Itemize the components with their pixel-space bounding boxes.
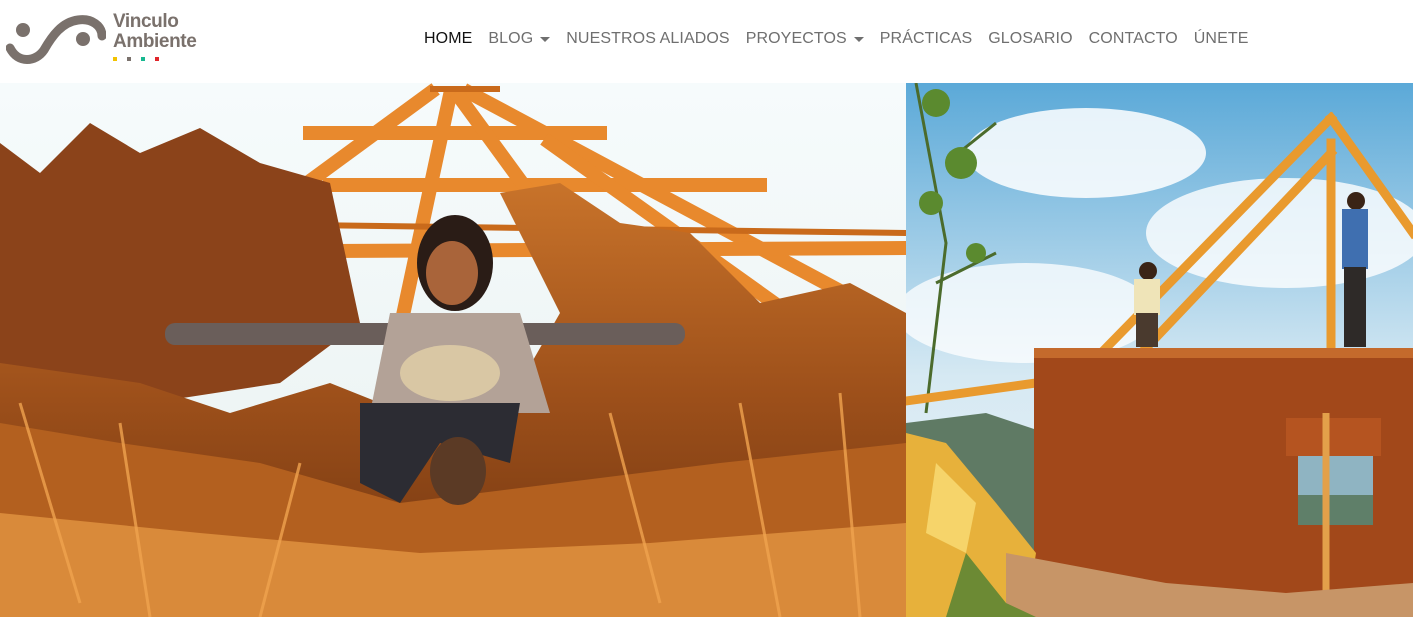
nav-item-practicas[interactable]: PRÁCTICAS	[872, 30, 980, 48]
brand-dot-green	[141, 57, 145, 61]
vinculo-logo-icon	[6, 15, 106, 64]
nav-item-glosario[interactable]: GLOSARIO	[980, 30, 1080, 48]
nav-item-label: CONTACTO	[1088, 30, 1178, 47]
nav-item-label: NUESTROS ALIADOS	[566, 30, 730, 47]
nav-item-label: BLOG	[488, 30, 534, 47]
brand-dot-yellow	[113, 57, 117, 61]
caret-down-icon	[853, 36, 864, 42]
brand-dot-red	[155, 57, 159, 61]
thatched-roof-photo-image	[0, 83, 906, 617]
caret-down-icon	[540, 36, 551, 42]
brand-name-line1: Vinculo	[113, 11, 179, 32]
adobe-house-photo-image	[906, 83, 1413, 617]
nav-item-home[interactable]: HOME	[416, 30, 480, 48]
main-nav: HOME BLOG NUESTROS ALIADOS PROYECTOS PRÁ…	[416, 28, 1257, 50]
nav-item-blog[interactable]: BLOG	[480, 30, 558, 48]
site-header: Vinculo Ambiente HOME BLOG NUESTROS ALIA…	[0, 0, 1413, 83]
nav-item-contacto[interactable]: CONTACTO	[1081, 30, 1186, 48]
nav-item-label: PROYECTOS	[745, 30, 847, 47]
brand-name-line2: Ambiente	[113, 31, 197, 52]
nav-item-label: ÚNETE	[1193, 30, 1249, 47]
nav-item-proyectos[interactable]: PROYECTOS	[738, 30, 872, 48]
brand-name: Vinculo Ambiente	[113, 12, 223, 52]
brand-dot-gray	[127, 57, 131, 61]
hero-photo-thatched-roof	[0, 83, 906, 617]
nav-item-label: GLOSARIO	[988, 30, 1073, 47]
hero-photo-adobe-house	[906, 83, 1413, 617]
brand-logo-link[interactable]: Vinculo Ambiente	[6, 12, 216, 68]
brand-color-dots	[113, 57, 159, 61]
hero-gallery	[0, 83, 1413, 617]
nav-item-nuestros-aliados[interactable]: NUESTROS ALIADOS	[558, 30, 737, 48]
nav-item-unete[interactable]: ÚNETE	[1186, 30, 1257, 48]
nav-item-label: HOME	[424, 30, 473, 47]
nav-item-label: PRÁCTICAS	[879, 30, 973, 47]
